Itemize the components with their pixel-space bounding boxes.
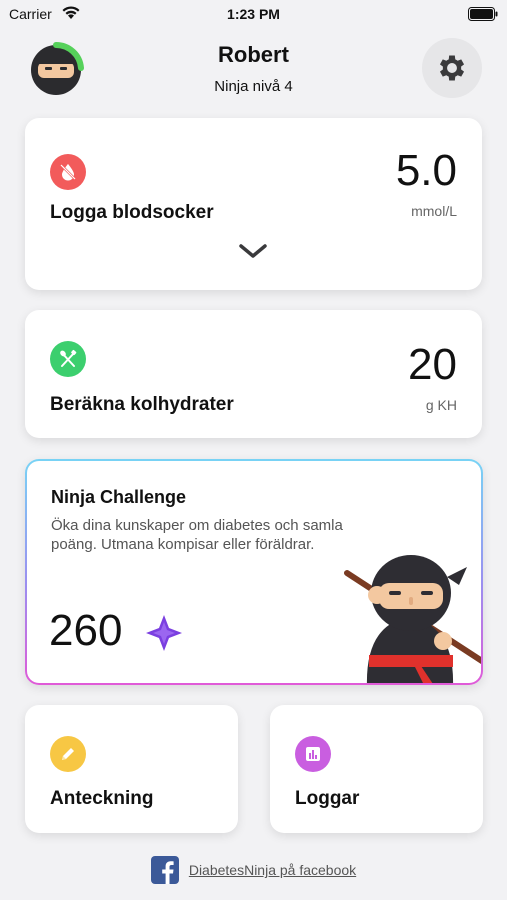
carbs-value: 20 <box>408 340 457 389</box>
chart-icon <box>295 736 331 772</box>
notes-card[interactable]: Anteckning <box>25 705 238 833</box>
carbs-card[interactable]: Beräkna kolhydrater 20 g KH <box>25 310 482 438</box>
blood-drop-icon <box>50 154 86 190</box>
status-bar: Carrier 1:23 PM <box>0 0 507 28</box>
ninja-points: 260 <box>49 606 123 655</box>
blood-sugar-unit: mmol/L <box>411 203 457 219</box>
fork-spoon-icon <box>50 341 86 377</box>
pencil-icon <box>50 736 86 772</box>
carbs-unit: g KH <box>425 397 457 413</box>
footer: DiabetesNinja på facebook <box>0 856 507 884</box>
logs-card[interactable]: Loggar <box>270 705 483 833</box>
facebook-icon[interactable] <box>150 856 179 884</box>
clock: 1:23 PM <box>227 6 280 22</box>
blood-sugar-card[interactable]: Logga blodsocker 5.0 mmol/L <box>25 118 482 290</box>
gear-icon <box>439 55 465 81</box>
settings-button[interactable] <box>422 38 482 98</box>
chevron-down-icon[interactable] <box>238 242 268 260</box>
ninja-character-icon <box>344 555 481 683</box>
carbs-title: Beräkna kolhydrater <box>50 394 234 415</box>
ninja-challenge-title: Ninja Challenge <box>51 487 187 507</box>
ninja-challenge-card[interactable]: Ninja Challenge Öka dina kunskaper om di… <box>25 459 483 685</box>
ninja-challenge-description: Öka dina kunskaper om diabetes och samla… <box>51 517 343 553</box>
shuriken-star-icon <box>146 615 182 651</box>
notes-title: Anteckning <box>50 788 154 809</box>
logs-title: Loggar <box>295 788 360 809</box>
facebook-link[interactable]: DiabetesNinja på facebook <box>189 862 356 878</box>
blood-sugar-title: Logga blodsocker <box>50 202 214 223</box>
blood-sugar-value: 5.0 <box>395 146 457 195</box>
battery-icon <box>468 7 498 21</box>
